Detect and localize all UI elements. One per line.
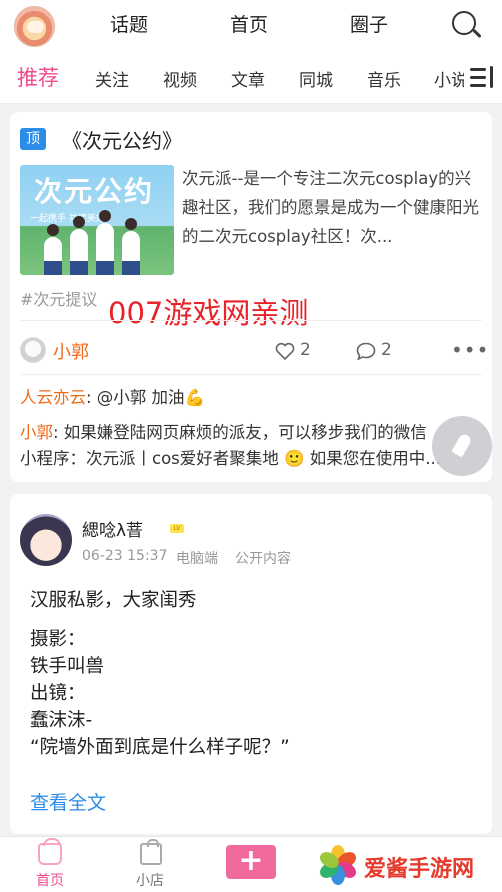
hashtag[interactable]: #次元提议 [20, 286, 97, 310]
post-title[interactable]: 《次元公约》 [62, 125, 182, 154]
post-banner-image[interactable]: 次元公约 一起携手 共建美好 [20, 165, 174, 275]
create-post-button[interactable]: + [226, 845, 276, 879]
nav-home-label[interactable]: 首页 [36, 870, 64, 890]
post-line: 出镜： [30, 683, 86, 704]
comment-item: 人云亦云: @小郭 加油💪 [20, 384, 205, 408]
author-avatar[interactable] [20, 337, 46, 363]
post-line: 汉服私影，大家闺秀 [30, 590, 197, 611]
top-header: 话题 首页 圈子 [0, 0, 502, 52]
divider [20, 374, 482, 375]
post-line: 铁手叫兽 [30, 656, 105, 677]
like-count: 2 [300, 340, 311, 360]
post-visibility: 公开内容 [235, 551, 291, 567]
pinned-badge: 顶 [20, 128, 46, 150]
like-icon[interactable] [275, 342, 295, 360]
banner-subtitle: 一起携手 共建美好 [30, 214, 105, 224]
shop-icon[interactable] [140, 839, 162, 865]
tab-recommend[interactable]: 推荐 [17, 62, 59, 92]
nav-circles[interactable]: 圈子 [350, 10, 388, 37]
menu-icon[interactable] [470, 64, 496, 92]
user-avatar[interactable] [14, 6, 55, 47]
category-tabs: 推荐 关注 视频 文章 同城 音乐 小说 [0, 52, 502, 104]
comment-text: 如果嫌登陆网页麻烦的派友，可以移步我们的微信 [58, 423, 427, 442]
nav-topics[interactable]: 话题 [110, 10, 148, 37]
level-badge: LV [170, 524, 184, 533]
overlay-watermark: 007游戏网亲测 [108, 296, 309, 330]
post-description: 次元派--是一个专注二次元cosplay的兴趣社区，我们的愿景是成为一个健康阳光… [182, 169, 479, 246]
user-avatar[interactable] [20, 514, 72, 566]
post-line: 摄影： [30, 629, 86, 650]
comment-author[interactable]: 人云亦云 [20, 388, 86, 407]
comment-count: 2 [381, 340, 392, 360]
search-icon[interactable] [452, 11, 482, 41]
comment-text: 小程序：次元派丨cos爱好者聚集地 🙂 如果您在使用中... [20, 449, 442, 468]
nav-home[interactable]: 首页 [230, 10, 268, 37]
comment-icon[interactable] [356, 342, 376, 360]
floating-rocket-button[interactable] [432, 416, 492, 476]
tab-video[interactable]: 视频 [163, 66, 197, 91]
post-card[interactable]: 緦唸λ萻 LV 06-23 15:37 电脑端 公开内容 汉服私影，大家闺秀 摄… [10, 494, 492, 834]
bottom-nav: 首页 小店 + 爱酱手游网 [0, 836, 502, 892]
banner-title: 次元公约 [34, 175, 155, 208]
site-logo-icon [316, 843, 360, 887]
site-watermark: 爱酱手游网 [364, 857, 475, 882]
read-more-link[interactable]: 查看全文 [30, 788, 106, 815]
username[interactable]: 緦唸λ萻 [82, 516, 143, 541]
nav-shop-label[interactable]: 小店 [136, 870, 164, 890]
comment-text: @小郭 加油💪 [91, 388, 206, 407]
divider [20, 320, 482, 321]
comment-item: 小程序：次元派丨cos爱好者聚集地 🙂 如果您在使用中... [20, 445, 441, 469]
more-icon[interactable]: ••• [451, 338, 489, 362]
tab-novel[interactable]: 小说 [434, 66, 464, 91]
comment-author[interactable]: 小郭 [20, 423, 53, 442]
post-line: “院墙外面到底是什么样子呢？” [30, 737, 290, 758]
comment-item: 小郭: 如果嫌登陆网页麻烦的派友，可以移步我们的微信 [20, 419, 427, 443]
post-line: 蠢沫沫- [30, 710, 93, 731]
tab-follow[interactable]: 关注 [95, 66, 129, 91]
post-device: 电脑端 [176, 551, 218, 567]
tab-music[interactable]: 音乐 [367, 66, 401, 91]
rocket-icon [451, 432, 473, 458]
pinned-post-card[interactable]: 顶 《次元公约》 次元公约 一起携手 共建美好 次元派--是一个专注二次元cos… [10, 112, 492, 482]
home-icon[interactable] [38, 838, 62, 865]
author-name[interactable]: 小郭 [53, 338, 89, 364]
tab-article[interactable]: 文章 [231, 66, 265, 91]
post-date: 06-23 15:37 [82, 548, 168, 564]
tab-local[interactable]: 同城 [299, 66, 333, 91]
